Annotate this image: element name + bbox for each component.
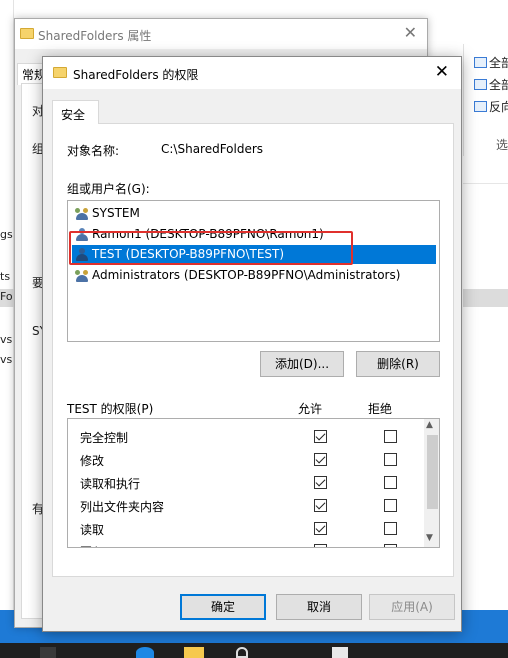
user-name: Administrators (DESKTOP-B89PFNO\Administ…	[92, 268, 401, 282]
allow-checkbox[interactable]	[314, 522, 327, 535]
ok-button[interactable]: 确定	[180, 594, 266, 620]
cancel-button[interactable]: 取消	[276, 594, 362, 620]
deny-header: 拒绝	[368, 402, 393, 416]
allow-checkbox[interactable]	[314, 499, 327, 512]
ribbon-label: 全部	[489, 78, 508, 92]
deny-checkbox[interactable]	[384, 476, 397, 489]
deny-checkbox[interactable]	[384, 522, 397, 535]
properties-titlebar: SharedFolders 属性 ✕	[15, 19, 427, 49]
deny-checkbox[interactable]	[384, 430, 397, 443]
permissions-title: SharedFolders 的权限	[73, 68, 199, 82]
ribbon-group-label: 选	[496, 138, 508, 152]
ribbon-label: 全部	[489, 56, 508, 70]
list-item[interactable]: SYSTEM	[72, 204, 436, 223]
permission-name: 列出文件夹内容	[80, 500, 165, 514]
remove-button[interactable]: 删除(R)	[356, 351, 440, 377]
properties-title: SharedFolders 属性	[38, 29, 152, 43]
scroll-up-icon[interactable]: ▲	[426, 420, 433, 430]
tab-security[interactable]: 安全	[52, 100, 99, 124]
permissions-label: TEST 的权限(P)	[67, 402, 154, 416]
permissions-list[interactable]: 完全控制 修改 读取和执行 列出文件夹内容 读取 ▲ ▼	[67, 418, 440, 548]
permission-name: 修改	[80, 454, 105, 468]
ribbon-select-group: 全部 全部 反向 选	[463, 44, 508, 156]
left-fragment: ts	[0, 270, 11, 283]
close-icon[interactable]: ✕	[435, 62, 449, 82]
file-list-header	[463, 156, 508, 184]
permissions-titlebar: SharedFolders 的权限 ✕	[43, 57, 461, 89]
permission-name: 写入	[80, 545, 104, 547]
group-icon	[75, 207, 89, 220]
taskbar	[0, 643, 508, 658]
allow-checkbox[interactable]	[314, 430, 327, 443]
add-button[interactable]: 添加(D)...	[260, 351, 344, 377]
permission-name: 读取	[80, 523, 105, 537]
permission-row: 写入	[80, 543, 104, 547]
allow-checkbox[interactable]	[314, 453, 327, 466]
select-all-icon	[474, 57, 487, 68]
permission-name: 读取和执行	[80, 477, 141, 491]
object-name-label: 对象名称:	[67, 144, 120, 158]
select-none-icon	[474, 79, 487, 90]
user-list[interactable]: SYSTEM Ramon1 (DESKTOP-B89PFNO\Ramon1) T…	[67, 200, 440, 342]
deny-checkbox[interactable]	[384, 499, 397, 512]
allow-header: 允许	[298, 402, 323, 416]
invert-selection-button[interactable]: 反向	[474, 98, 508, 115]
left-selected-row: Fo	[0, 289, 14, 307]
folder-icon	[53, 67, 67, 78]
object-name-value: C:\SharedFolders	[161, 142, 264, 156]
selection-highlight-box	[69, 231, 353, 265]
taskbar-icon[interactable]	[40, 647, 56, 658]
permission-name: 完全控制	[80, 431, 129, 445]
taskbar-icon[interactable]	[332, 647, 348, 658]
group-icon	[75, 269, 89, 282]
security-panel: 对象名称: C:\SharedFolders 组或用户名(G): SYSTEM …	[52, 123, 454, 577]
invert-selection-icon	[474, 101, 487, 112]
scrollbar-thumb[interactable]	[427, 435, 438, 509]
edge-icon[interactable]	[136, 647, 154, 658]
scroll-down-icon[interactable]: ▼	[426, 533, 433, 543]
permission-row: 读取和执行	[80, 475, 140, 492]
allow-checkbox[interactable]	[314, 544, 327, 547]
left-fragment: vs	[0, 353, 13, 366]
close-icon[interactable]: ✕	[404, 23, 417, 42]
user-name: SYSTEM	[92, 206, 140, 220]
left-fragment: gs	[0, 228, 13, 241]
left-fragment: vs	[0, 333, 13, 346]
list-item[interactable]: Administrators (DESKTOP-B89PFNO\Administ…	[72, 266, 436, 285]
apply-button[interactable]: 应用(A)	[369, 594, 455, 620]
left-fragment: Fo	[0, 290, 13, 303]
permission-row: 列出文件夹内容	[80, 498, 164, 515]
permissions-dialog: SharedFolders 的权限 ✕ 安全 对象名称: C:\SharedFo…	[42, 56, 462, 632]
file-list-selected-row	[463, 289, 508, 307]
ribbon-label: 反向	[489, 100, 508, 114]
deny-checkbox[interactable]	[384, 453, 397, 466]
explorer-icon[interactable]	[184, 647, 204, 658]
allow-checkbox[interactable]	[314, 476, 327, 489]
permission-row: 完全控制	[80, 429, 128, 446]
folder-icon	[20, 28, 34, 39]
select-none-button[interactable]: 全部	[474, 76, 508, 93]
select-all-button[interactable]: 全部	[474, 54, 508, 71]
permission-row: 读取	[80, 521, 104, 538]
group-users-label: 组或用户名(G):	[67, 182, 150, 196]
deny-checkbox[interactable]	[384, 544, 397, 547]
taskbar-icon[interactable]	[236, 647, 248, 658]
permission-row: 修改	[80, 452, 104, 469]
